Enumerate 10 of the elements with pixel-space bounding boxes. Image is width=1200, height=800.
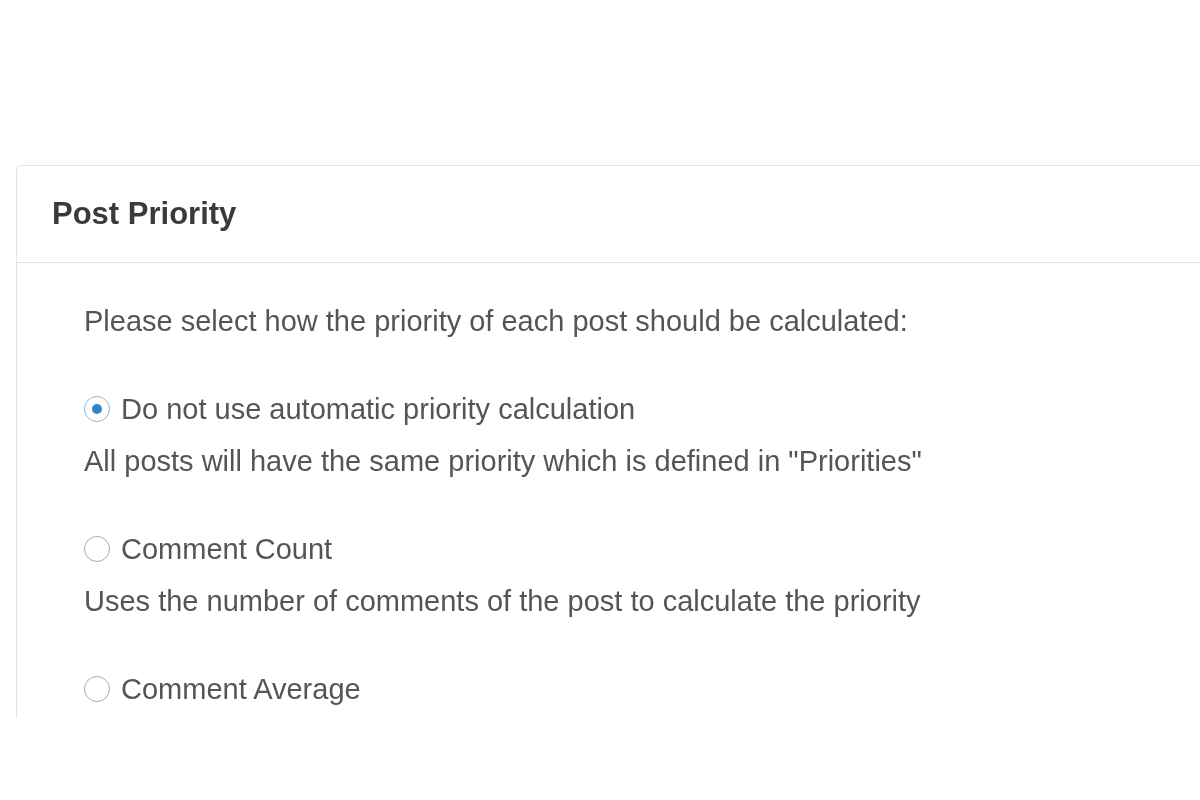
option-label[interactable]: Comment Count — [121, 523, 333, 575]
radio-button[interactable] — [84, 396, 110, 422]
radio-button[interactable] — [84, 676, 110, 702]
option-description: All posts will have the same priority which is defined in "Priorities" — [84, 444, 923, 479]
option-label[interactable]: Comment Average — [121, 663, 361, 715]
option-label[interactable]: Do not use automatic priority calculation — [121, 383, 636, 435]
instruction-text: Please select how the priority of each post should be calculated: — [84, 304, 909, 339]
panel-title: Post Priority — [52, 196, 237, 232]
radio-button[interactable] — [84, 536, 110, 562]
option-description: Uses the number of comments of the post to calculate the priority — [84, 584, 922, 619]
